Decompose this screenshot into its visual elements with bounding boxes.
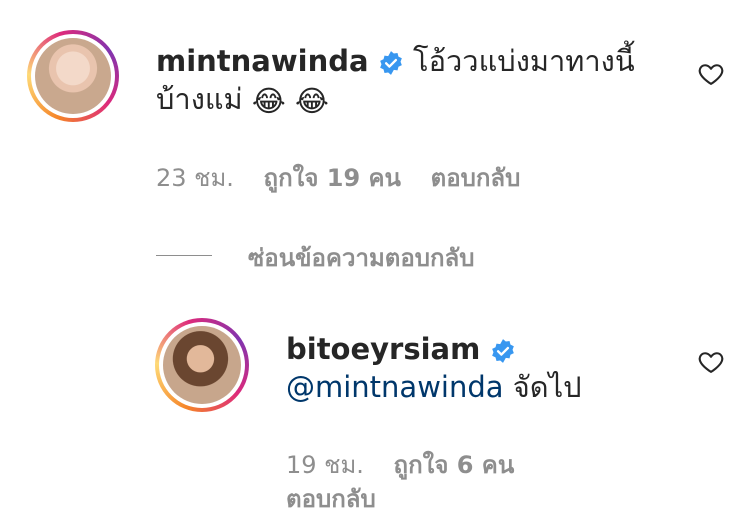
like-heart-icon[interactable] <box>697 348 725 376</box>
comment-meta: 19 ชม. ถูกใจ 6 คน ตอบกลับ <box>286 448 586 516</box>
divider-line <box>156 255 212 256</box>
hide-replies-label: ซ่อนข้อความตอบกลับ <box>248 244 475 272</box>
reply-button[interactable]: ตอบกลับ <box>286 485 376 513</box>
comment-body: mintnawinda โอ้ววแบ่งมาทางนี้บ้างแม่ 😂 😂 <box>156 42 656 120</box>
comment-body: bitoeyrsiam @mintnawinda จัดไป <box>286 330 666 406</box>
comment-time[interactable]: 23 ชม. <box>156 164 234 192</box>
reply-button[interactable]: ตอบกลับ <box>431 164 521 192</box>
verified-badge-icon <box>491 339 514 363</box>
avatar-image <box>35 38 111 114</box>
avatar-mintnawinda[interactable] <box>27 30 119 122</box>
comment-time[interactable]: 19 ชม. <box>286 451 364 479</box>
comment-username[interactable]: bitoeyrsiam <box>286 332 480 366</box>
comment-likes[interactable]: ถูกใจ 19 คน <box>264 164 401 192</box>
comment-username[interactable]: mintnawinda <box>156 44 369 78</box>
comment-meta: 23 ชม. ถูกใจ 19 คน ตอบกลับ <box>156 158 520 197</box>
mention-link[interactable]: @mintnawinda <box>286 370 504 404</box>
like-heart-icon[interactable] <box>697 60 725 88</box>
tears-of-joy-emoji-icon: 😂 <box>295 84 329 118</box>
comment-text: จัดไป <box>512 370 582 404</box>
hide-replies-button[interactable]: ซ่อนข้อความตอบกลับ <box>248 238 474 277</box>
comment-likes[interactable]: ถูกใจ 6 คน <box>394 451 515 479</box>
verified-badge-icon <box>379 51 402 75</box>
avatar-bitoeyrsiam[interactable] <box>155 318 249 412</box>
tears-of-joy-emoji-icon: 😂 <box>251 84 286 118</box>
avatar-image <box>163 326 241 404</box>
